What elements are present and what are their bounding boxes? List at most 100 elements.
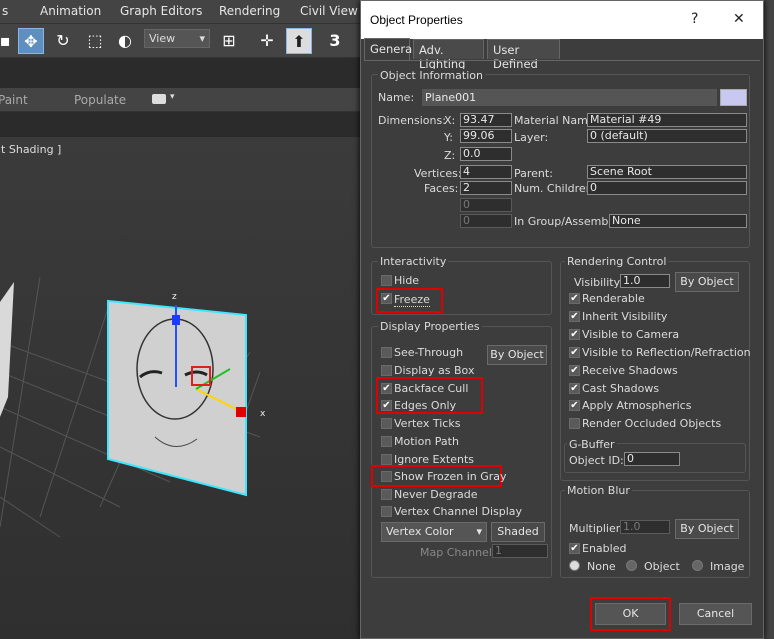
dimensions-label: Dimensions: (378, 114, 446, 127)
radio-object[interactable] (626, 560, 637, 571)
enabled-checkbox[interactable]: ✔ (569, 543, 580, 554)
menu-civil-view[interactable]: Civil View (300, 4, 358, 18)
tab-adv-lighting[interactable]: Adv. Lighting (413, 39, 484, 71)
motion-blur-by-object-button[interactable]: By Object (675, 519, 739, 539)
object-id-spinner[interactable]: 0 (624, 452, 680, 466)
freeze-label: Freeze (394, 293, 430, 307)
layer-value: 0 (default) (587, 129, 747, 143)
close-icon[interactable]: ✕ (733, 11, 745, 27)
radio-image-label: Image (710, 560, 745, 573)
parent-label: Parent: (514, 167, 553, 180)
view-label: View (149, 32, 176, 45)
ribbon-tab-populate[interactable]: Populate (74, 93, 126, 107)
radio-none[interactable] (569, 560, 580, 571)
move-icon[interactable]: ✥ (18, 28, 44, 54)
render-occluded-checkbox[interactable] (569, 418, 580, 429)
viewport-scene (0, 276, 261, 538)
menu-graph-editors[interactable]: Graph Editors (120, 4, 202, 18)
vertex-color-select[interactable]: Vertex Color ▾ (381, 522, 487, 542)
renderable-checkbox[interactable]: ✔ (569, 293, 580, 304)
rendering-by-object-button[interactable]: By Object (675, 272, 739, 292)
motion-path-label: Motion Path (394, 435, 459, 448)
interactivity-title: Interactivity (378, 255, 449, 268)
vertex-channel-display-checkbox[interactable] (381, 506, 392, 517)
tab-user-defined[interactable]: User Defined (487, 39, 560, 71)
help-button[interactable]: ? (691, 11, 698, 27)
blank-value-1: 0 (460, 198, 512, 212)
radio-none-label: None (587, 560, 616, 573)
visible-to-reflection-checkbox[interactable]: ✔ (569, 347, 580, 358)
renderable-label: Renderable (582, 292, 645, 305)
faces-value: 2 (460, 181, 512, 195)
ignore-extents-checkbox[interactable] (381, 454, 392, 465)
blank-value-2: 0 (460, 214, 512, 228)
visible-to-camera-checkbox[interactable]: ✔ (569, 329, 580, 340)
vertices-value: 4 (460, 165, 512, 179)
map-channel-spinner[interactable]: 1 (492, 544, 548, 558)
display-as-box-checkbox[interactable] (381, 365, 392, 376)
display-properties-title: Display Properties (378, 320, 482, 333)
ribbon-tab-paint[interactable]: Paint (0, 93, 28, 107)
num-children-label: Num. Children: (514, 182, 597, 195)
z-label: Z: (444, 149, 456, 162)
multiplier-spinner[interactable]: 1.0 (620, 520, 670, 534)
g-buffer-title: G-Buffer (567, 438, 617, 451)
cast-shadows-checkbox[interactable]: ✔ (569, 383, 580, 394)
radio-image[interactable] (692, 560, 703, 571)
never-degrade-label: Never Degrade (394, 488, 478, 501)
receive-shadows-checkbox[interactable]: ✔ (569, 365, 580, 376)
chevron-down-icon: ▾ (170, 92, 175, 102)
name-input[interactable]: Plane001 (422, 89, 717, 106)
show-frozen-in-gray-checkbox[interactable] (381, 471, 392, 482)
backface-cull-checkbox[interactable]: ✔ (381, 383, 392, 394)
motion-blur-title: Motion Blur (565, 484, 632, 497)
vertex-ticks-checkbox[interactable] (381, 418, 392, 429)
menu-animation[interactable]: Animation (40, 4, 101, 18)
scale-icon[interactable]: ⬚ (82, 28, 108, 54)
apply-atmospherics-label: Apply Atmospherics (582, 399, 692, 412)
never-degrade-checkbox[interactable] (381, 489, 392, 500)
render-occluded-label: Render Occluded Objects (582, 417, 722, 430)
axis-z-label: z (172, 292, 177, 302)
freeze-checkbox[interactable]: ✔ (381, 293, 392, 304)
motion-path-checkbox[interactable] (381, 436, 392, 447)
apply-atmospherics-checkbox[interactable]: ✔ (569, 400, 580, 411)
object-information-title: Object Information (378, 69, 485, 82)
select-manipulate-icon[interactable]: ◐ (112, 28, 138, 54)
vertices-label: Vertices: (414, 167, 462, 180)
reference-coordinate-select[interactable]: View ▾ (144, 29, 210, 48)
dimension-x-value: 93.47 (460, 113, 512, 127)
backface-cull-label: Backface Cull (394, 382, 469, 395)
object-color-swatch[interactable] (720, 89, 747, 106)
visible-to-camera-label: Visible to Camera (582, 328, 680, 341)
menu-rendering[interactable]: Rendering (219, 4, 280, 18)
menu-item-s[interactable]: s (2, 4, 8, 18)
display-by-object-button[interactable]: By Object (487, 345, 547, 365)
see-through-checkbox[interactable] (381, 347, 392, 358)
tab-divider (364, 60, 760, 61)
pivot-icon[interactable]: ⊞ (216, 28, 242, 54)
inherit-visibility-checkbox[interactable]: ✔ (569, 311, 580, 322)
snap-icon[interactable]: ✛ (254, 28, 280, 54)
ribbon-options-icon[interactable] (152, 94, 166, 104)
tab-general[interactable]: General (364, 38, 415, 60)
ok-button[interactable]: OK (595, 603, 666, 625)
map-channel-label: Map Channel: (420, 546, 496, 559)
viewport[interactable]: lt Shading ] x z (0, 137, 360, 639)
dimension-z-value: 0.0 (460, 147, 512, 161)
edges-only-checkbox[interactable]: ✔ (381, 400, 392, 411)
cast-shadows-label: Cast Shadows (582, 382, 660, 395)
select-and-link-icon[interactable]: ⬆ (286, 28, 312, 54)
snaps-toggle-icon[interactable]: 3 (322, 28, 348, 54)
radio-object-label: Object (644, 560, 680, 573)
dialog-titlebar[interactable]: Object Properties ? ✕ (361, 1, 763, 39)
hide-checkbox[interactable] (381, 275, 392, 286)
material-name-value: Material #49 (587, 113, 747, 127)
visibility-spinner[interactable]: 1.0 (620, 274, 670, 288)
object-properties-dialog: Object Properties ? ✕ General Adv. Light… (360, 0, 764, 639)
cancel-button[interactable]: Cancel (679, 603, 752, 625)
tool-icon[interactable]: ▪ (0, 28, 18, 54)
rotate-icon[interactable]: ↻ (50, 28, 76, 54)
visible-to-reflection-label: Visible to Reflection/Refraction (582, 346, 751, 359)
shaded-button[interactable]: Shaded (491, 522, 545, 542)
